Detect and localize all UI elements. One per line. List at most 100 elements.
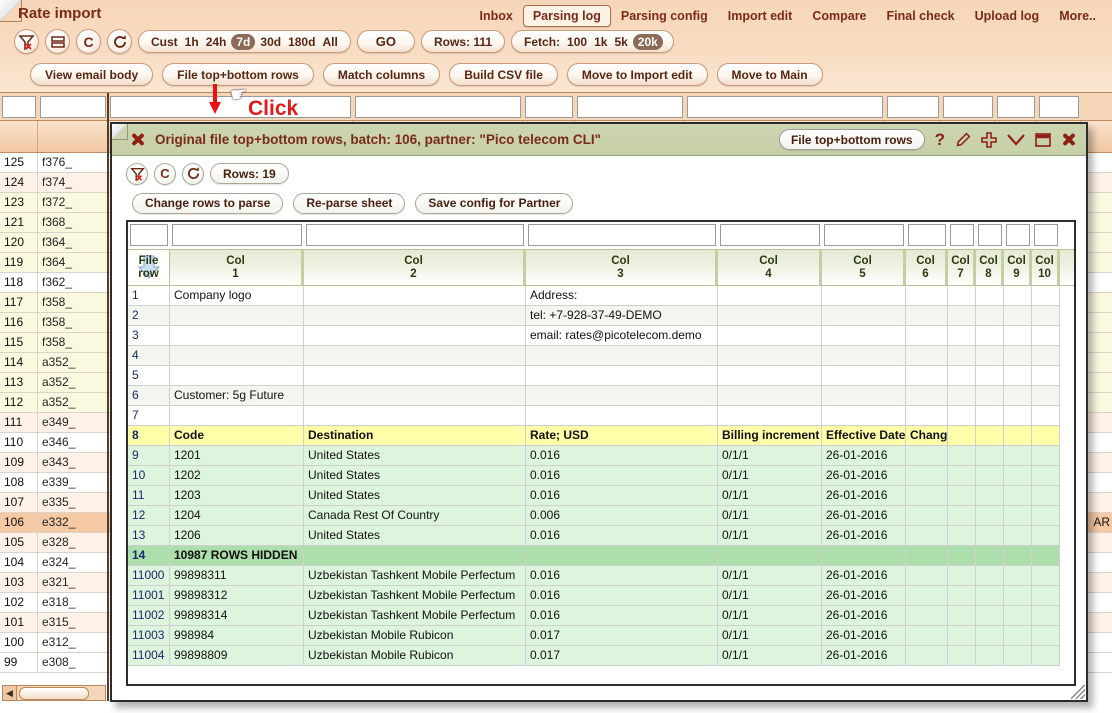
fetch-option-100[interactable]: 100 [567, 35, 587, 49]
maximize-icon[interactable] [1035, 133, 1051, 147]
sheet-filter-cell[interactable] [1032, 222, 1060, 249]
period-option-7d[interactable]: 7d [231, 34, 255, 50]
grid-filter-cell[interactable] [525, 96, 573, 118]
sheet-row[interactable]: 2tel: +7-928-37-49-DEMO [128, 306, 1074, 326]
period-option-180d[interactable]: 180d [288, 35, 315, 49]
sheet-row[interactable]: 11003998984Uzbekistan Mobile Rubicon0.01… [128, 626, 1074, 646]
add-plus-icon[interactable] [981, 132, 997, 148]
period-option-1h[interactable]: 1h [185, 35, 199, 49]
dialog-resize-handle[interactable] [1071, 685, 1085, 699]
sheet-row[interactable]: 1100099898311Uzbekistan Tashkent Mobile … [128, 566, 1074, 586]
sheet-column-header-col-8[interactable]: Col8 [976, 250, 1004, 285]
dialog-move-icon[interactable] [130, 132, 145, 147]
refresh-icon[interactable] [107, 29, 132, 54]
sheet-row[interactable]: 1100299898314Uzbekistan Tashkent Mobile … [128, 606, 1074, 626]
clear-icon[interactable]: C [154, 163, 176, 185]
action-move-to-main[interactable]: Move to Main [717, 63, 823, 86]
edit-pencil-icon[interactable] [955, 132, 971, 148]
sheet-filter-input[interactable] [720, 224, 820, 246]
sheet-filter-input[interactable] [978, 224, 1002, 246]
tab-upload-log[interactable]: Upload log [965, 5, 1050, 27]
sheet-filter-input[interactable] [824, 224, 904, 246]
dialog-mode-pill[interactable]: File top+bottom rows [779, 129, 925, 150]
sheet-filter-cell[interactable] [304, 222, 526, 249]
fetch-option-20k[interactable]: 20k [633, 34, 663, 50]
sheet-column-header-col-4[interactable]: Col4 [718, 250, 822, 285]
grid-filter-cell[interactable] [577, 96, 683, 118]
sheet-column-header-col-1[interactable]: Col1 [170, 250, 304, 285]
close-icon[interactable] [1061, 132, 1076, 147]
grid-filter-cell[interactable] [943, 96, 993, 118]
grid-horizontal-scrollbar[interactable]: ◀ [2, 685, 106, 701]
tab-parsing-log[interactable]: Parsing log [523, 5, 611, 27]
grid-column-header[interactable] [0, 121, 38, 152]
tab-more[interactable]: More.. [1049, 5, 1106, 27]
refresh-icon[interactable] [182, 163, 204, 185]
scrollbar-thumb[interactable] [19, 687, 89, 700]
sheet-filter-input[interactable] [908, 224, 946, 246]
grid-filter-cell[interactable] [40, 96, 106, 118]
action-move-to-import-edit[interactable]: Move to Import edit [567, 63, 708, 86]
sheet-row[interactable]: 1100499898809Uzbekistan Mobile Rubicon0.… [128, 646, 1074, 666]
sheet-row[interactable]: 5 [128, 366, 1074, 386]
grid-filter-cell[interactable] [2, 96, 36, 118]
fetch-size-selector[interactable]: Fetch:1001k5k20k [511, 30, 674, 53]
sheet-column-header-col-6[interactable]: Col6 [906, 250, 948, 285]
sheet-column-header-col-7[interactable]: Col7 [948, 250, 976, 285]
period-option-30d[interactable]: 30d [260, 35, 281, 49]
action-match-columns[interactable]: Match columns [323, 63, 440, 86]
sheet-filter-cell[interactable] [948, 222, 976, 249]
grid-filter-cell[interactable] [355, 96, 521, 118]
sheet-filter-cell[interactable] [170, 222, 304, 249]
grid-filter-cell[interactable] [997, 96, 1035, 118]
sheet-filter-cell[interactable] [718, 222, 822, 249]
sheet-filter-cell[interactable] [128, 222, 170, 249]
sheet-row[interactable]: 121204Canada Rest Of Country0.0060/1/126… [128, 506, 1074, 526]
sheet-column-header-col-3[interactable]: Col3 [526, 250, 718, 285]
sheet-row[interactable]: 1410987 ROWS HIDDEN [128, 546, 1074, 566]
dialog-action-change-rows-to-parse[interactable]: Change rows to parse [132, 193, 283, 214]
collapse-chevron-icon[interactable] [1007, 133, 1025, 147]
sheet-filter-cell[interactable] [1004, 222, 1032, 249]
period-filter[interactable]: Cust1h24h7d30d180dAll [138, 30, 351, 53]
sheet-filter-cell[interactable] [976, 222, 1004, 249]
grid-filter-cell[interactable] [887, 96, 939, 118]
sheet-row[interactable]: 1Company logoAddress: [128, 286, 1074, 306]
tab-import-edit[interactable]: Import edit [718, 5, 803, 27]
sheet-row[interactable]: 6Customer: 5g Future [128, 386, 1074, 406]
fetch-option-1k[interactable]: 1k [594, 35, 607, 49]
sheet-row[interactable]: 131206United States0.0160/1/126-01-2016 [128, 526, 1074, 546]
sheet-column-header-col-5[interactable]: Col5 [822, 250, 906, 285]
help-icon[interactable]: ? [935, 130, 945, 150]
clear-filter-icon[interactable] [126, 163, 148, 185]
sheet-column-header-col-9[interactable]: Col9 [1004, 250, 1032, 285]
clear-filter-icon[interactable] [14, 29, 39, 54]
sheet-filter-input[interactable] [1006, 224, 1030, 246]
columns-layout-icon[interactable] [45, 29, 70, 54]
go-button[interactable]: GO [357, 30, 415, 53]
sheet-row[interactable]: 91201United States0.0160/1/126-01-2016 [128, 446, 1074, 466]
sheet-row[interactable]: 1100199898312Uzbekistan Tashkent Mobile … [128, 586, 1074, 606]
fetch-option-5k[interactable]: 5k [614, 35, 627, 49]
sheet-row[interactable]: 111203United States0.0160/1/126-01-2016 [128, 486, 1074, 506]
sheet-filter-input[interactable] [950, 224, 974, 246]
grid-filter-cell[interactable] [1039, 96, 1079, 118]
sheet-filter-cell[interactable] [906, 222, 948, 249]
sheet-filter-cell[interactable] [526, 222, 718, 249]
sheet-column-header-col-2[interactable]: Col2 [304, 250, 526, 285]
period-option-24h[interactable]: 24h [206, 35, 227, 49]
sheet-filter-input[interactable] [130, 224, 168, 246]
sheet-row[interactable]: 101202United States0.0160/1/126-01-2016 [128, 466, 1074, 486]
tab-parsing-config[interactable]: Parsing config [611, 5, 718, 27]
sheet-filter-input[interactable] [1034, 224, 1058, 246]
scroll-left-arrow-icon[interactable]: ◀ [3, 686, 17, 700]
sheet-row[interactable]: 7 [128, 406, 1074, 426]
dialog-action-save-config-for-partner[interactable]: Save config for Partner [415, 193, 573, 214]
grid-column-header[interactable] [38, 121, 108, 152]
tab-inbox[interactable]: Inbox [469, 5, 522, 27]
sheet-row[interactable]: 3email: rates@picotelecom.demo [128, 326, 1074, 346]
sheet-row[interactable]: 8CodeDestinationRate; USDBilling increme… [128, 426, 1074, 446]
sheet-filter-cell[interactable] [822, 222, 906, 249]
sheet-column-header-col-10[interactable]: Col10 [1032, 250, 1060, 285]
tab-final-check[interactable]: Final check [877, 5, 965, 27]
